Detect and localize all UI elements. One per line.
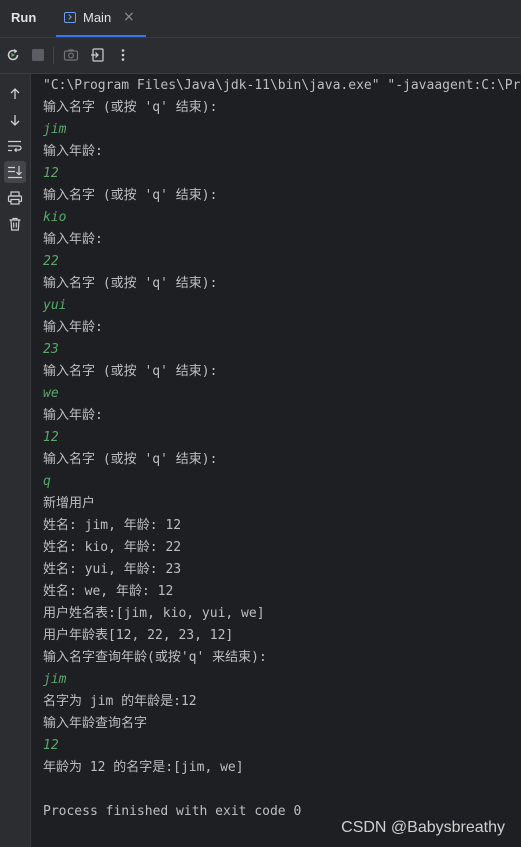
toolbar-separator xyxy=(53,47,54,64)
print-icon[interactable] xyxy=(4,187,26,209)
console-output-line: 输入名字 (或按 'q' 结束): xyxy=(43,364,218,379)
console-output-line: 输入年龄: xyxy=(43,232,103,247)
exit-icon[interactable] xyxy=(89,46,107,64)
console-output-line: 姓名: jim, 年龄: 12 xyxy=(43,518,182,533)
console-output-line: 输入年龄查询名字 xyxy=(43,716,148,731)
console-input-line: yui xyxy=(43,298,67,313)
run-panel-title: Run xyxy=(11,10,37,25)
console-output-line: 输入年龄: xyxy=(43,408,103,423)
console-output-line: 输入名字 (或按 'q' 结束): xyxy=(43,188,218,203)
console-side-toolbar xyxy=(0,74,31,847)
console-output-line: 输入年龄: xyxy=(43,320,103,335)
close-icon[interactable]: × xyxy=(123,9,135,25)
console-input-line: 23 xyxy=(43,342,59,357)
console-output-line: "C:\Program Files\Java\jdk-11\bin\java.e… xyxy=(43,78,521,93)
console-input-line: 12 xyxy=(43,430,59,445)
console-output-line: 姓名: kio, 年龄: 22 xyxy=(43,540,182,555)
console-input-line: 12 xyxy=(43,166,59,181)
stop-icon[interactable] xyxy=(29,46,47,64)
camera-icon[interactable] xyxy=(62,46,80,64)
tab-main[interactable]: Main × xyxy=(56,0,146,37)
console-icon xyxy=(64,12,76,23)
console-output-line: 用户姓名表:[jim, kio, yui, we] xyxy=(43,606,265,621)
trash-icon[interactable] xyxy=(4,213,26,235)
console-lines: "C:\Program Files\Java\jdk-11\bin\java.e… xyxy=(43,75,521,823)
console-output-line xyxy=(43,779,521,801)
watermark: CSDN @Babysbreathy xyxy=(341,819,505,836)
console-input-line: kio xyxy=(43,210,67,225)
tab-main-label: Main xyxy=(83,10,112,25)
console-input-line: 22 xyxy=(43,254,59,269)
arrow-up-icon[interactable] xyxy=(4,83,26,105)
console-input-line: jim xyxy=(43,122,67,137)
console-output-line: 年龄为 12 的名字是:[jim, we] xyxy=(43,760,244,775)
soft-wrap-icon[interactable] xyxy=(4,135,26,157)
console-output-line: 用户年龄表[12, 22, 23, 12] xyxy=(43,628,234,643)
console-input-line: 12 xyxy=(43,738,59,753)
console-output-line: 输入名字 (或按 'q' 结束): xyxy=(43,100,218,115)
console-output-line: 输入年龄: xyxy=(43,144,103,159)
run-tool-window-header: Run Main × xyxy=(0,0,521,38)
scroll-to-end-icon[interactable] xyxy=(4,161,26,183)
console-output-line: 新增用户 xyxy=(43,496,96,511)
console-output-line: 姓名: we, 年龄: 12 xyxy=(43,584,174,599)
more-vertical-icon[interactable] xyxy=(114,46,132,64)
console-output-line: 输入名字查询年龄(或按'q' 来结束): xyxy=(43,650,267,665)
rerun-icon[interactable] xyxy=(4,46,22,64)
console-input-line: we xyxy=(43,386,59,401)
console-output[interactable]: "C:\Program Files\Java\jdk-11\bin\java.e… xyxy=(31,74,521,847)
run-toolbar xyxy=(0,38,521,74)
console-output-line: 名字为 jim 的年龄是:12 xyxy=(43,694,197,709)
console-input-line: q xyxy=(43,474,51,489)
console-output-line: 输入名字 (或按 'q' 结束): xyxy=(43,452,218,467)
arrow-down-icon[interactable] xyxy=(4,109,26,131)
console-input-line: jim xyxy=(43,672,67,687)
console-output-line: 姓名: yui, 年龄: 23 xyxy=(43,562,182,577)
console-output-line: 输入名字 (或按 'q' 结束): xyxy=(43,276,218,291)
